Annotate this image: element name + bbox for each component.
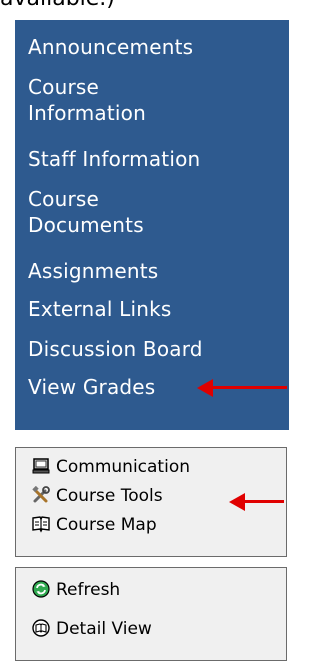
nav-item-announcements[interactable]: Announcements — [28, 34, 193, 60]
annotation-arrow-icon — [229, 493, 284, 511]
course-map-icon — [32, 516, 50, 533]
nav-item-course-documents[interactable]: Course Documents — [28, 186, 198, 238]
refresh-icon — [32, 580, 50, 598]
tool-item-communication[interactable]: Communication — [32, 456, 190, 478]
tool-label: Detail View — [56, 619, 152, 639]
nav-item-course-information[interactable]: Course Information — [28, 74, 198, 126]
nav-item-staff-information[interactable]: Staff Information — [28, 146, 200, 172]
nav-item-assignments[interactable]: Assignments — [28, 258, 158, 284]
annotation-arrow-icon — [197, 379, 287, 397]
tool-label: Course Map — [56, 515, 157, 535]
tool-label: Communication — [56, 457, 190, 477]
view-panel: Refresh Detail View — [15, 567, 287, 661]
detail-view-icon — [32, 619, 50, 637]
course-tools-icon — [32, 486, 50, 503]
tool-item-refresh[interactable]: Refresh — [32, 579, 120, 601]
tool-item-course-tools[interactable]: Course Tools — [32, 485, 163, 507]
nav-item-view-grades[interactable]: View Grades — [28, 374, 155, 400]
communication-icon — [32, 458, 50, 474]
cropped-caption-text: available.) — [0, 0, 300, 11]
tool-item-detail-view[interactable]: Detail View — [32, 618, 152, 640]
tool-label: Refresh — [56, 580, 121, 600]
nav-item-external-links[interactable]: External Links — [28, 296, 172, 322]
course-menu: Announcements Course Information Staff I… — [15, 20, 289, 430]
nav-item-discussion-board[interactable]: Discussion Board — [28, 336, 203, 362]
tool-label: Course Tools — [56, 486, 163, 506]
tool-item-course-map[interactable]: Course Map — [32, 514, 157, 536]
